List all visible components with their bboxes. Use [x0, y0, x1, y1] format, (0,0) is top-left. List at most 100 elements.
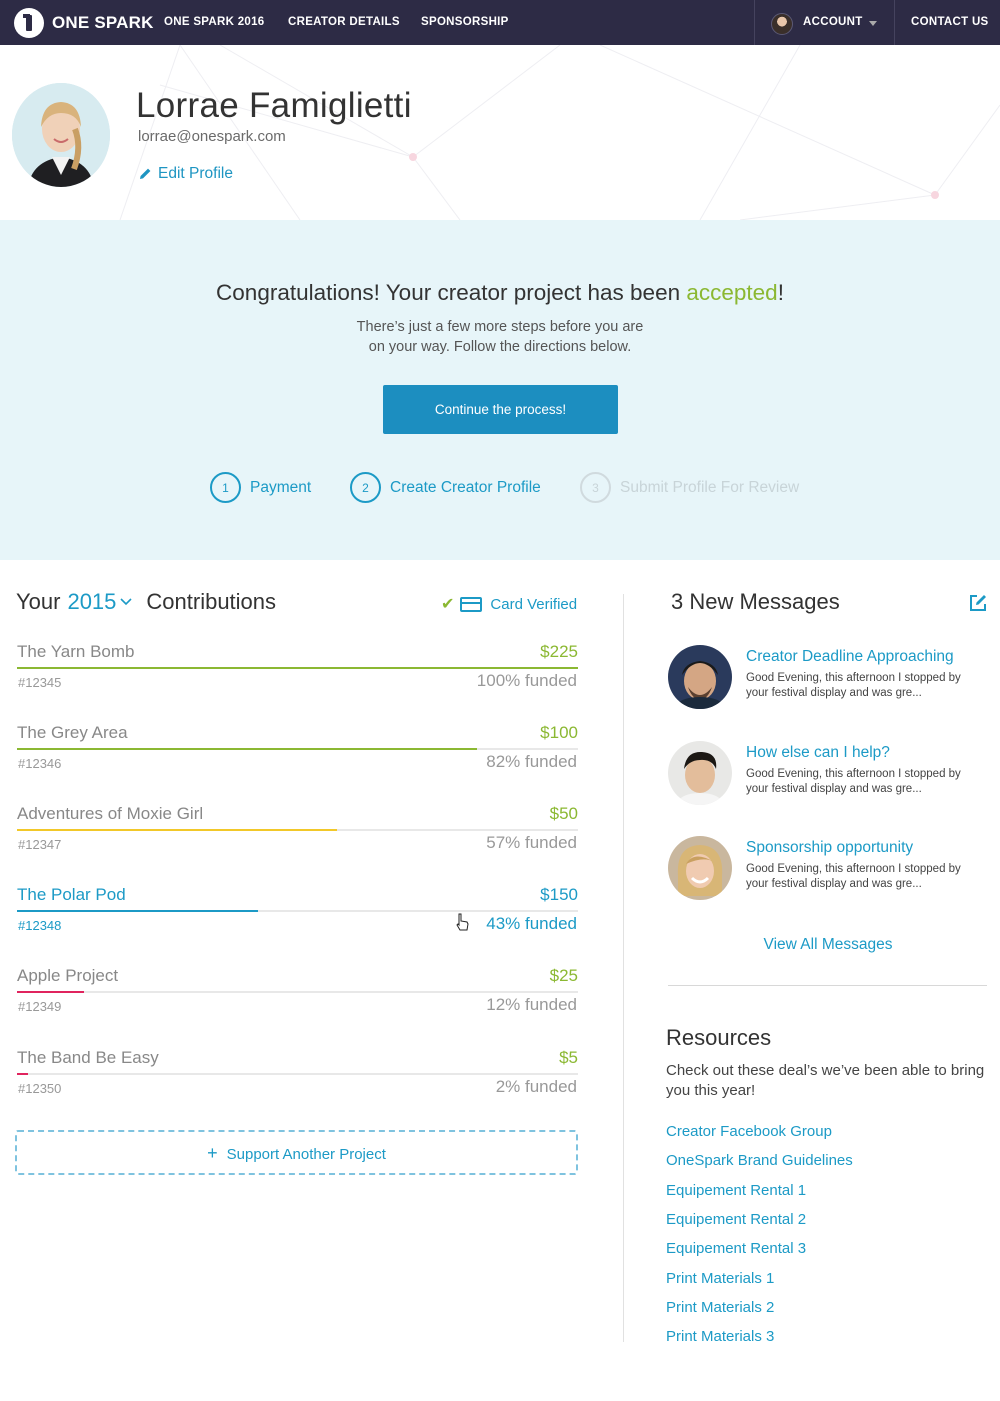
nav-link-one-spark-2016[interactable]: ONE SPARK 2016 [164, 0, 265, 45]
card-verified-status[interactable]: ✔ Card Verified [441, 594, 577, 614]
message-item[interactable]: How else can I help? Good Evening, this … [668, 741, 988, 811]
contributions-heading: Your 2015 Contributions [16, 589, 276, 615]
contribution-row[interactable]: Adventures of Moxie Girl $50 #12347 57% fun… [17, 804, 578, 864]
message-title: Sponsorship opportunity [746, 839, 914, 856]
nav-link-creator-details[interactable]: CREATOR DETAILS [288, 0, 400, 45]
contribution-amount: $5 [559, 1048, 578, 1067]
sender-avatar [668, 836, 732, 900]
resource-link[interactable]: OneSpark Brand Guidelines [666, 1152, 853, 1169]
subtext-line: on your way. Follow the directions below… [368, 339, 632, 355]
profile-header: Lorrae Famiglietti lorrae@onespark.com E… [0, 45, 1000, 220]
nav-link-contact-us[interactable]: CONTACT US [911, 0, 989, 45]
step-label: Submit Profile For Review [620, 478, 800, 496]
banner-headline: Congratulations! Your creator project ha… [0, 280, 1000, 306]
profile-name: Lorrae Famiglietti [136, 86, 412, 125]
resource-link[interactable]: Print Materials 2 [666, 1299, 774, 1316]
pencil-icon [140, 168, 151, 179]
hand-cursor-icon [456, 913, 469, 931]
headline-suffix: ! [777, 280, 784, 305]
funding-progress-track [17, 910, 578, 912]
account-menu[interactable]: ACCOUNT [803, 0, 863, 45]
funding-progress-track [17, 829, 578, 831]
funded-percentage: 2% funded [495, 1077, 577, 1096]
project-name[interactable]: Adventures of Moxie Girl [17, 804, 203, 824]
compose-icon[interactable] [968, 593, 988, 613]
message-preview: Good Evening, this afternoon I stopped b… [746, 863, 961, 890]
message-item[interactable]: Creator Deadline Approaching Good Evenin… [668, 645, 988, 715]
contribution-row[interactable]: Apple Project $25 #12349 12% funded [17, 966, 578, 1026]
year-value: 2015 [67, 589, 117, 614]
funded-percentage: 57% funded [486, 833, 577, 852]
messages-heading: 3 New Messages [671, 589, 840, 614]
resource-link[interactable]: Equipement Rental 2 [666, 1211, 806, 1228]
message-preview: Good Evening, this afternoon I stopped b… [746, 768, 961, 795]
heading-prefix: Your [16, 589, 61, 614]
acceptance-banner: Congratulations! Your creator project ha… [0, 220, 1000, 560]
funding-progress-fill [17, 910, 258, 912]
step-submit-profile: 3 Submit Profile For Review [580, 472, 799, 503]
contribution-row[interactable]: The Band Be Easy $5 #12350 2% funded [17, 1048, 578, 1108]
message-title: How else can I help? [746, 744, 890, 761]
contribution-row[interactable]: The Yarn Bomb $225 #12345 100% funded [17, 642, 578, 702]
funding-progress-track [17, 748, 578, 750]
contribution-amount: $25 [549, 966, 578, 985]
project-name[interactable]: The Polar Pod [17, 885, 126, 905]
resources-heading: Resources [666, 1025, 772, 1050]
project-name[interactable]: The Band Be Easy [17, 1048, 159, 1068]
funding-progress-fill [17, 667, 578, 669]
section-divider [668, 985, 987, 986]
continue-process-button[interactable]: Continue the process! [383, 385, 618, 434]
step-create-creator-profile[interactable]: 2 Create Creator Profile [350, 472, 541, 503]
sender-avatar [668, 645, 732, 709]
step-payment[interactable]: 1 Payment [210, 472, 311, 503]
resource-link[interactable]: Print Materials 3 [666, 1328, 774, 1345]
funded-percentage: 82% funded [486, 752, 577, 771]
contribution-row[interactable]: The Grey Area $100 #12346 82% funded [17, 723, 578, 783]
view-all-messages-link[interactable]: View All Messages [668, 936, 988, 954]
resources-description: Check out these deal’s we’ve been able t… [666, 1062, 985, 1099]
project-name[interactable]: Apple Project [17, 966, 118, 986]
resource-link[interactable]: Print Materials 1 [666, 1270, 774, 1287]
resource-link[interactable]: Equipement Rental 3 [666, 1240, 806, 1257]
project-name[interactable]: The Yarn Bomb [17, 642, 135, 662]
step-number: 1 [210, 472, 241, 503]
message-title: Creator Deadline Approaching [746, 648, 954, 665]
contribution-amount: $50 [549, 804, 578, 823]
project-id: #12345 [18, 675, 62, 690]
contribution-amount: $225 [540, 642, 578, 661]
funding-progress-fill [17, 1073, 28, 1075]
top-nav: ONE SPARK ONE SPARK 2016 CREATOR DETAILS… [0, 0, 1000, 45]
message-item[interactable]: Sponsorship opportunity Good Evening, th… [668, 836, 988, 906]
project-id: #12347 [18, 837, 62, 852]
funded-percentage: 12% funded [486, 995, 577, 1014]
chevron-down-icon[interactable] [869, 21, 877, 26]
funding-progress-fill [17, 829, 337, 831]
support-another-project-button[interactable]: + Support Another Project [15, 1130, 578, 1175]
card-status-label: Card Verified [490, 595, 578, 613]
sender-avatar [668, 741, 732, 805]
plus-icon: + [207, 1143, 218, 1163]
banner-subtext: There’s just a few more steps before you… [300, 317, 700, 357]
project-name[interactable]: The Grey Area [17, 723, 128, 743]
check-icon: ✔ [441, 596, 455, 613]
contribution-amount: $150 [540, 885, 578, 904]
edit-profile-link[interactable]: Edit Profile [138, 165, 233, 183]
resource-link[interactable]: Equipement Rental 1 [666, 1182, 806, 1199]
year-dropdown[interactable]: 2015 [67, 589, 146, 615]
message-preview: Good Evening, this afternoon I stopped b… [746, 672, 961, 699]
resource-link[interactable]: Creator Facebook Group [666, 1123, 832, 1140]
contribution-row[interactable]: The Polar Pod $150 #12348 43% funded [17, 885, 578, 945]
subtext-line: There’s just a few more steps before you… [356, 319, 644, 335]
funding-progress-track [17, 667, 578, 669]
edit-profile-label: Edit Profile [158, 165, 233, 182]
account-avatar[interactable] [771, 13, 793, 35]
contribution-amount: $100 [540, 723, 578, 742]
brand-logo[interactable]: ONE SPARK [14, 7, 154, 39]
support-label: Support Another Project [226, 1146, 386, 1163]
headline-text: Congratulations! Your creator project ha… [216, 280, 687, 305]
project-id: #12348 [18, 918, 62, 933]
funded-percentage: 43% funded [486, 914, 577, 933]
nav-link-sponsorship[interactable]: SPONSORSHIP [421, 0, 509, 45]
credit-card-icon [460, 596, 483, 612]
profile-photo [12, 83, 110, 187]
